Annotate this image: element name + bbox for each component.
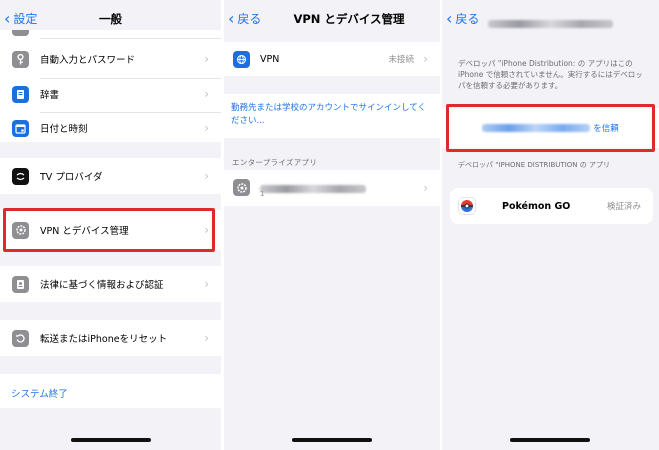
home-indicator [71,438,151,442]
nav-bar: ‹ 戻る VPN とデバイス管理 [224,0,440,36]
chevron-right-icon: › [204,121,209,135]
app-name: Pokémon GO [502,200,571,212]
settings-item-label: 法律に基づく情報および認証 [40,280,164,291]
tv-provider-icon [12,167,29,185]
settings-group: 法律に基づく情報および認証 › [0,266,221,302]
vpn-group: VPN 未接続 › [224,42,440,76]
chevron-right-icon: › [204,331,209,345]
globe-icon [233,50,250,68]
redacted-text [260,184,366,193]
separator [40,112,221,113]
chevron-right-icon: › [204,277,209,291]
settings-item-label: 自動入力とパスワード [40,55,136,66]
page-title: 一般 [99,12,122,26]
home-indicator [510,438,590,442]
enterprise-app-row[interactable]: 1 › [224,170,440,206]
back-button[interactable]: ‹ 戻る [228,10,261,27]
partial-icon [12,30,29,36]
developer-trust-message: デベロッパ "iPhone Distribution: の アプリはこの iPh… [458,59,643,90]
calendar-icon [12,119,29,137]
highlight-box [446,104,655,152]
settings-group: システム終了 [0,374,221,408]
settings-item-label: 辞書 [40,90,60,101]
enterprise-app-count: 1 [260,190,265,198]
enterprise-apps-header: エンタープライズアプリ [232,158,318,167]
chevron-right-icon: › [204,87,209,101]
chevron-right-icon: › [423,181,428,195]
vpn-status: 未接続 [388,55,414,65]
reset-icon [12,329,29,347]
chevron-right-icon: › [204,169,209,183]
signin-link[interactable]: 勤務先または学校のアカウントでサインインしてください... [231,102,426,128]
chevron-right-icon: › [423,52,428,66]
chevron-left-icon: ‹ [446,8,453,28]
page-title: VPN とデバイス管理 [293,12,405,26]
separator [40,38,221,39]
separator [40,78,221,79]
developer-name-redacted [260,178,366,197]
settings-group: 転送またはiPhoneをリセット › [0,320,221,356]
back-button[interactable]: ‹ 戻る [446,10,479,27]
app-verification-status: 検証済み [606,202,641,212]
pokeball-icon [458,197,476,215]
dictionary-icon [12,85,29,103]
gear-icon [233,179,250,196]
certificate-icon [12,275,29,293]
page-title-redacted [488,13,613,32]
enterprise-apps-group: 1 › [224,170,440,206]
developer-trust-screen: ‹ 戻る デベロッパ "iPhone Distribution: の アプリはこ… [442,0,659,450]
settings-item-dictionary[interactable]: 辞書 › [0,84,221,104]
signin-group: 勤務先または学校のアカウントでサインインしてください... [224,94,440,138]
settings-group: TV プロバイダ › [0,158,221,194]
settings-item-label: 転送またはiPhoneをリセット [40,334,168,345]
highlight-box [3,208,215,252]
nav-bar: ‹ 戻る [442,0,659,36]
settings-item-legal[interactable]: 法律に基づく情報および認証 › [0,274,221,294]
settings-group: 自動入力とパスワード › 辞書 › 日付と時刻 › [0,30,221,142]
app-row: Pokémon GO 検証済み [450,188,653,224]
settings-item-date-time[interactable]: 日付と時刻 › [0,118,221,138]
settings-item-tv-provider[interactable]: TV プロバイダ › [0,166,221,186]
vpn-label: VPN [260,53,280,65]
back-label: 戻る [455,12,480,26]
home-indicator [292,438,372,442]
settings-general-screen: ‹ 設定 一般 自動入力とパスワード › 辞書 › 日付と時刻 › TV プロバ… [0,0,221,450]
settings-item-autofill[interactable]: 自動入力とパスワード › [0,49,221,69]
shutdown-button[interactable]: システム終了 [11,386,68,400]
chevron-right-icon: › [204,52,209,66]
apps-group: Pokémon GO 検証済み [450,188,653,224]
vpn-row[interactable]: VPN 未接続 › [224,49,440,69]
settings-item-label: TV プロバイダ [40,172,103,183]
vpn-device-management-screen: ‹ 戻る VPN とデバイス管理 VPN 未接続 › 勤務先または学校のアカウン… [224,0,440,450]
redacted-text [488,19,613,28]
settings-item-reset[interactable]: 転送またはiPhoneをリセット › [0,328,221,348]
chevron-left-icon: ‹ [228,8,235,28]
settings-item-label: 日付と時刻 [40,124,88,135]
key-icon [12,50,29,68]
apps-section-header: デベロッパ "IPHONE DISTRIBUTION の アプリ [458,161,610,169]
